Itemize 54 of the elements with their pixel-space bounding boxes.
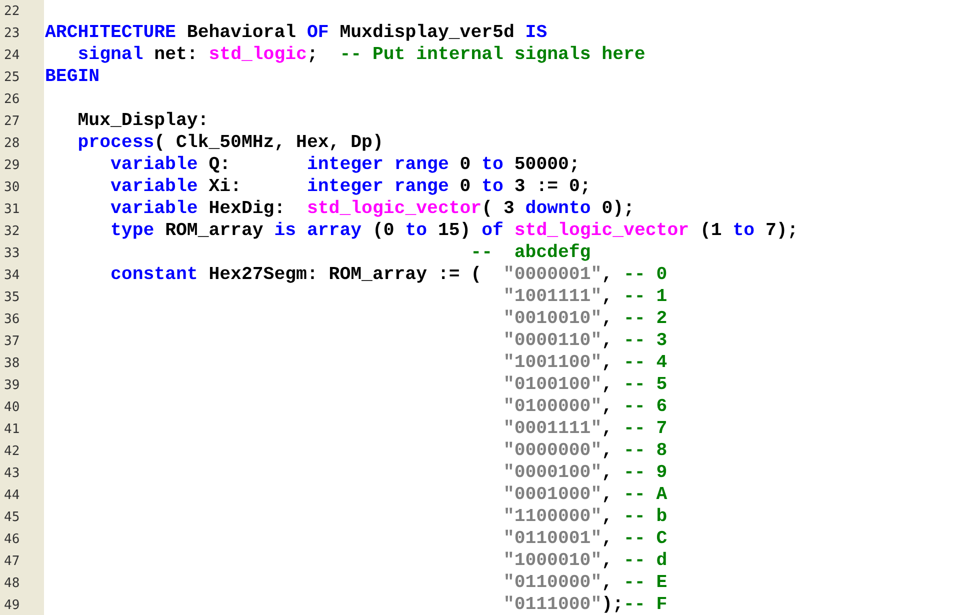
line-number: 38 — [4, 356, 20, 370]
code-line: "1001100", -- 4 — [502, 353, 668, 373]
code-line: BEGIN — [45, 67, 100, 87]
code-line: "1000010", -- d — [502, 551, 668, 571]
line-number: 24 — [4, 48, 20, 62]
line-number: 44 — [4, 488, 20, 502]
code-line: process( Clk_50MHz, Hex, Dp) — [76, 133, 384, 153]
code-line: type ROM_array is array (0 to 15) of std_logic_vector (1 to 7); — [109, 221, 798, 241]
line-number: 32 — [4, 224, 20, 238]
line-number: 47 — [4, 554, 20, 568]
line-number: 46 — [4, 532, 20, 546]
code-line: "0110001", -- C — [502, 529, 668, 549]
code-line: ARCHITECTURE Behavioral OF Muxdisplay_ver5d IS — [45, 23, 548, 43]
line-number: 39 — [4, 378, 20, 392]
line-number: 29 — [4, 158, 20, 172]
line-number: 28 — [4, 136, 20, 150]
line-number: 35 — [4, 290, 20, 304]
line-number: 43 — [4, 466, 20, 480]
code-line: "1100000", -- b — [502, 507, 668, 527]
line-number: 25 — [4, 70, 20, 84]
code-line: "0100000", -- 6 — [502, 397, 668, 417]
line-number: 31 — [4, 202, 20, 216]
line-number: 36 — [4, 312, 20, 326]
line-number: 30 — [4, 180, 20, 194]
code-line: variable Xi: integer range 0 to 3 := 0; — [109, 177, 591, 197]
code-line: variable Q: integer range 0 to 50000; — [109, 155, 580, 175]
line-number: 41 — [4, 422, 20, 436]
line-number: 26 — [4, 92, 20, 106]
code-line: variable HexDig: std_logic_vector( 3 downto 0); — [109, 199, 634, 219]
code-line: "0111000");-- F — [502, 595, 668, 615]
line-number: 34 — [4, 268, 20, 282]
line-number: 48 — [4, 576, 20, 590]
code-line: "0010010", -- 2 — [502, 309, 668, 329]
code-line: "0001111", -- 7 — [502, 419, 668, 439]
line-number: 37 — [4, 334, 20, 348]
code-line: signal net: std_logic; -- Put internal signals here — [76, 45, 646, 65]
line-number: 49 — [4, 598, 20, 612]
line-number: 33 — [4, 246, 20, 260]
line-number: 22 — [4, 4, 20, 18]
code-line: "0000110", -- 3 — [502, 331, 668, 351]
line-number: 45 — [4, 510, 20, 524]
code-line: Mux_Display: — [76, 111, 209, 131]
code-line: "0000100", -- 9 — [502, 463, 668, 483]
code-line: "0100100", -- 5 — [502, 375, 668, 395]
code-line: "0000000", -- 8 — [502, 441, 668, 461]
line-number: 40 — [4, 400, 20, 414]
code-line: -- abcdefg — [470, 243, 591, 263]
code-line: "0001000", -- A — [502, 485, 668, 505]
code-line: "1001111", -- 1 — [502, 287, 668, 307]
line-number: 23 — [4, 26, 20, 40]
code-line: "0110000", -- E — [502, 573, 668, 593]
line-number: 42 — [4, 444, 20, 458]
line-number: 27 — [4, 114, 20, 128]
code-line: constant Hex27Segm: ROM_array := ( "0000001", -- 0 — [109, 265, 668, 285]
